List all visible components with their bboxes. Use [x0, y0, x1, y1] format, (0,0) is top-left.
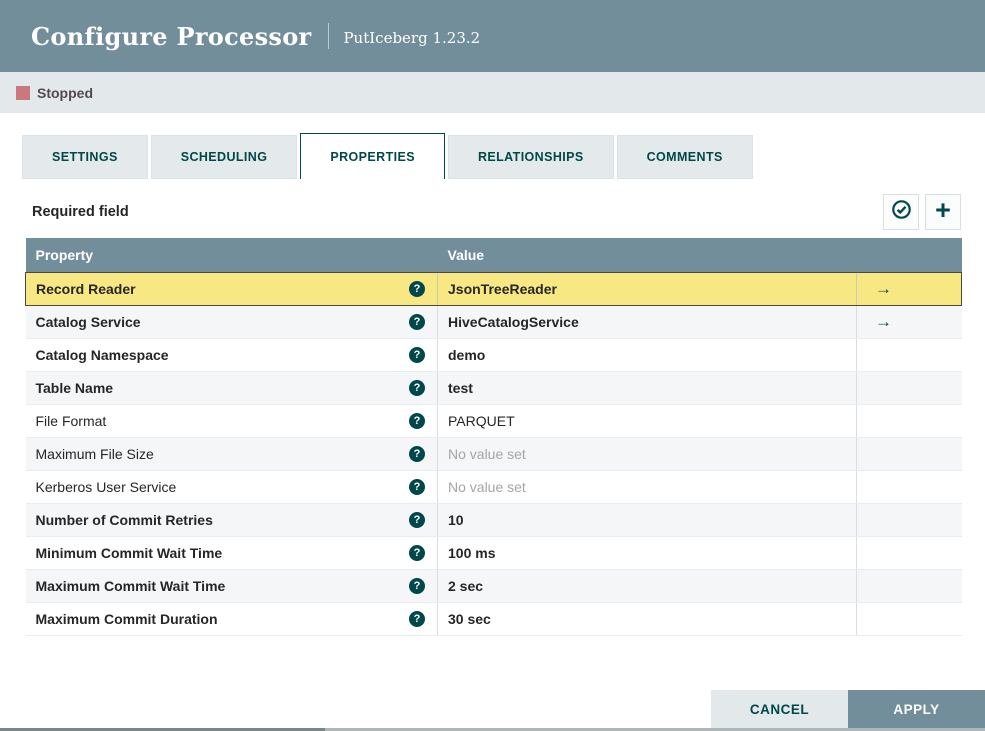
configure-processor-dialog: Configure Processor PutIceberg 1.23.2 St… [0, 0, 985, 731]
property-cell: Maximum File Size ? [26, 438, 438, 470]
dialog-header: Configure Processor PutIceberg 1.23.2 [0, 0, 985, 72]
goto-column-header [856, 238, 962, 272]
goto-service-icon[interactable]: → [875, 279, 892, 298]
tab[interactable]: COMMENTS [616, 135, 753, 179]
help-icon[interactable]: ? [409, 577, 425, 594]
property-value[interactable]: HiveCatalogService [448, 314, 579, 330]
tab-bar: SETTINGS SCHEDULING PROPERTIES RELATIONS… [22, 133, 985, 179]
property-value[interactable]: No value set [448, 446, 526, 462]
property-cell: Number of Commit Retries ? [26, 504, 438, 536]
property-value[interactable]: 10 [448, 512, 464, 528]
help-icon[interactable]: ? [409, 478, 425, 495]
help-icon[interactable]: ? [409, 346, 425, 363]
property-name: Minimum Commit Wait Time [35, 544, 223, 561]
property-column-header: Property [25, 238, 438, 272]
table-row[interactable]: Catalog Namespace ? demo [25, 338, 962, 372]
table-row[interactable]: Minimum Commit Wait Time ? 100 ms [25, 536, 962, 570]
property-name: Maximum Commit Duration [35, 610, 218, 627]
value-column-header: Value [437, 238, 857, 272]
table-row[interactable]: Number of Commit Retries ? 10 [25, 503, 962, 537]
property-name: Number of Commit Retries [35, 511, 213, 528]
help-icon[interactable]: ? [409, 412, 425, 429]
status-bar: Stopped [0, 72, 985, 113]
properties-table: Property Value Record Reader ? JsonTreeR… [25, 238, 962, 636]
tab-label: PROPERTIES [330, 149, 415, 164]
toolbar-buttons: + [883, 194, 961, 230]
table-row[interactable]: File Format ? PARQUET [25, 404, 962, 438]
property-name: Catalog Service [35, 313, 141, 330]
property-name: Kerberos User Service [35, 478, 177, 495]
required-field-label: Required field [32, 204, 129, 220]
property-cell: Maximum Commit Duration ? [26, 603, 438, 635]
plus-icon: + [935, 195, 951, 225]
help-icon[interactable]: ? [409, 280, 425, 297]
help-icon[interactable]: ? [409, 544, 425, 561]
tab-label: SETTINGS [52, 150, 118, 164]
properties-table-body: Record Reader ? JsonTreeReader → Catalog… [25, 271, 962, 636]
property-name: Record Reader [36, 280, 136, 297]
footer-buttons: CANCEL APPLY [711, 690, 985, 728]
status-label: Stopped [37, 84, 93, 101]
property-name: Catalog Namespace [35, 346, 169, 363]
table-row[interactable]: Kerberos User Service ? No value set [25, 470, 962, 504]
property-cell: Record Reader ? [26, 273, 437, 305]
table-row[interactable]: Maximum Commit Wait Time ? 2 sec [25, 569, 962, 603]
stopped-icon [16, 85, 30, 100]
property-value[interactable]: demo [448, 347, 485, 363]
table-header-row: Property Value [25, 238, 962, 272]
property-name: Maximum Commit Wait Time [35, 577, 226, 594]
property-value[interactable]: 30 sec [448, 611, 491, 627]
property-cell: Maximum Commit Wait Time ? [26, 570, 438, 602]
property-cell: Kerberos User Service ? [26, 471, 438, 503]
property-value[interactable]: No value set [448, 479, 526, 495]
property-value[interactable]: 2 sec [448, 578, 483, 594]
tab-label: RELATIONSHIPS [477, 150, 584, 164]
properties-toolbar: Required field + [25, 194, 961, 230]
verify-properties-button[interactable] [883, 194, 919, 230]
tab[interactable]: PROPERTIES [300, 133, 445, 179]
property-cell: Minimum Commit Wait Time ? [26, 537, 438, 569]
property-cell: Table Name ? [26, 372, 438, 404]
table-row[interactable]: Maximum Commit Duration ? 30 sec [25, 602, 962, 636]
dialog-title: Configure Processor [31, 21, 312, 51]
title-divider [328, 23, 330, 49]
help-icon[interactable]: ? [409, 313, 425, 330]
processor-type-version: PutIceberg 1.23.2 [343, 28, 481, 47]
table-row[interactable]: Maximum File Size ? No value set [25, 437, 962, 471]
property-name: File Format [35, 412, 107, 429]
property-value[interactable]: 100 ms [448, 545, 495, 561]
help-icon[interactable]: ? [409, 379, 425, 396]
property-cell: Catalog Namespace ? [26, 339, 438, 371]
property-name: Table Name [35, 379, 114, 396]
help-icon[interactable]: ? [409, 610, 425, 627]
tab-label: SCHEDULING [180, 150, 268, 164]
tab[interactable]: SETTINGS [22, 135, 148, 179]
help-icon[interactable]: ? [409, 445, 425, 462]
tab[interactable]: RELATIONSHIPS [447, 135, 614, 179]
property-value[interactable]: PARQUET [448, 413, 515, 429]
check-circle-icon [891, 199, 912, 225]
table-row[interactable]: Table Name ? test [25, 371, 962, 405]
apply-button[interactable]: APPLY [848, 690, 985, 728]
add-property-button[interactable]: + [925, 194, 961, 230]
property-name: Maximum File Size [35, 445, 154, 462]
table-row[interactable]: Record Reader ? JsonTreeReader → [25, 271, 962, 306]
goto-service-icon[interactable]: → [875, 312, 892, 331]
cancel-button[interactable]: CANCEL [711, 690, 848, 728]
help-icon[interactable]: ? [409, 511, 425, 528]
property-value[interactable]: JsonTreeReader [448, 281, 557, 297]
property-value[interactable]: test [448, 380, 473, 396]
tab-label: COMMENTS [646, 150, 723, 164]
tab[interactable]: SCHEDULING [150, 135, 298, 179]
table-row[interactable]: Catalog Service ? HiveCatalogService → [25, 305, 962, 339]
property-cell: Catalog Service ? [26, 306, 438, 338]
property-cell: File Format ? [26, 405, 438, 437]
